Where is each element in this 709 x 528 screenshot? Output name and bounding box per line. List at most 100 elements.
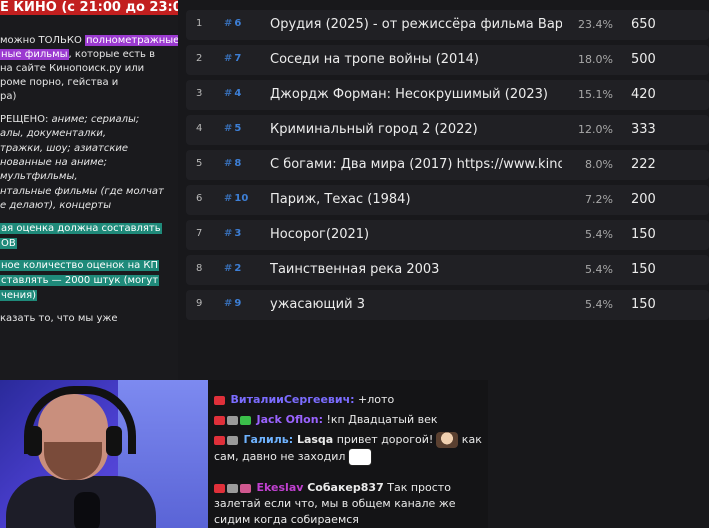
poll-option-title: С богами: Два мира (2017) https://www.ki…	[270, 157, 562, 172]
chat-message: ВиталииСергеевич: +лото	[214, 392, 486, 408]
clover-badge-icon	[240, 415, 251, 425]
rules-line: мультфильмы,	[0, 171, 78, 182]
poll-row[interactable]: 1 #6 Орудия (2025) - от режиссёра фильма…	[186, 10, 709, 40]
poll-option-percent: 15.1%	[578, 88, 613, 101]
poll-option-title: ужасающий 3	[270, 297, 365, 312]
poll-option-votes: 500	[631, 52, 656, 67]
poll-option-title: Париж, Техас (1984)	[270, 192, 411, 207]
poll-option-percent: 5.4%	[585, 263, 613, 276]
poll-option-tag: #10	[224, 193, 249, 204]
poll-row-number: 7	[196, 228, 203, 239]
poll-row[interactable]: 9 #9 ужасающий 3 5.4% 150	[186, 290, 709, 320]
rules-line: ставлять — 2000 штук (могут	[0, 275, 160, 286]
microphone-icon	[74, 492, 100, 528]
poll-option-tag: #9	[224, 298, 242, 309]
chat-panel: ВиталииСергеевич: +лото Jack Oflon: !кп …	[208, 380, 488, 528]
poll-row[interactable]: 7 #3 Носорог(2021) 5.4% 150	[186, 220, 709, 250]
hash-icon: #	[224, 158, 233, 169]
chat-text: +лото	[354, 393, 395, 406]
poll-row[interactable]: 8 #2 Таинственная река 2003 5.4% 150	[186, 255, 709, 285]
rules-line: на сайте Кинопоиск.ру или	[0, 63, 145, 74]
poll-row-number: 5	[196, 158, 203, 169]
rules-line: тражки, шоу; азиатские	[0, 143, 129, 154]
poll-option-percent: 18.0%	[578, 53, 613, 66]
rules-line: казать то, что мы уже	[0, 313, 118, 324]
poll-row[interactable]: 2 #7 Соседи на тропе войны (2014) 18.0% …	[186, 45, 709, 75]
poll-option-tag: #8	[224, 158, 242, 169]
poll-option-percent: 8.0%	[585, 158, 613, 171]
chat-username[interactable]: Jack Oflon:	[257, 413, 323, 426]
poll-option-tag: #4	[224, 88, 242, 99]
rules-line: ра)	[0, 91, 17, 102]
poll-option-votes: 333	[631, 122, 656, 137]
headset-ear-right	[106, 426, 122, 456]
rules-line: ая оценка должна составлять	[0, 223, 162, 234]
badge-icon	[214, 395, 225, 405]
poll-row-number: 8	[196, 263, 203, 274]
rules-title: Е КИНО (с 21:00 до 23:00)	[0, 0, 178, 15]
rules-line: роме порно, гейства и	[0, 77, 119, 88]
emote-cat-icon	[348, 448, 373, 466]
poll-option-title: Таинственная река 2003	[270, 262, 440, 277]
rules-line: ОВ	[0, 238, 17, 249]
poll-option-percent: 5.4%	[585, 228, 613, 241]
poll-row-number: 1	[196, 18, 203, 29]
rules-line: алы, документалки,	[0, 128, 107, 139]
poll-row[interactable]: 3 #4 Джордж Форман: Несокрушимый (2023) …	[186, 80, 709, 110]
poll-row-number: 2	[196, 53, 203, 64]
poll-option-percent: 7.2%	[585, 193, 613, 206]
poll-row[interactable]: 5 #8 С богами: Два мира (2017) https://w…	[186, 150, 709, 180]
chat-username[interactable]: Галиль:	[244, 433, 294, 446]
poll-option-percent: 12.0%	[578, 123, 613, 136]
hash-icon: #	[224, 228, 233, 239]
rules-line: РЕЩЕНО: аниме; сериалы;	[0, 114, 140, 125]
poll-row-number: 9	[196, 298, 203, 309]
hash-icon: #	[224, 18, 233, 29]
poll-option-votes: 150	[631, 262, 656, 277]
hash-icon: #	[224, 298, 233, 309]
chat-message: Галиль: Lasqa привет дорогой! как сам, д…	[214, 432, 486, 466]
chat-username[interactable]: Ekeslav	[257, 481, 304, 494]
poll-option-votes: 222	[631, 157, 656, 172]
poll-option-tag: #5	[224, 123, 242, 134]
emote-face-icon	[436, 432, 459, 448]
poll-option-tag: #6	[224, 18, 242, 29]
poll-option-tag: #7	[224, 53, 242, 64]
badge-icon	[227, 483, 238, 493]
rules-line: нованные на аниме;	[0, 157, 108, 168]
poll-option-tag: #3	[224, 228, 242, 239]
poll-row-number: 6	[196, 193, 203, 204]
badge-icon	[240, 483, 251, 493]
rules-line: можно ТОЛЬКО полнометражные	[0, 34, 178, 48]
rules-line: нтальные фильмы (где молчат	[0, 186, 164, 197]
poll-option-title: Соседи на тропе войны (2014)	[270, 52, 479, 67]
webcam-feed	[0, 380, 208, 528]
poll-option-title: Джордж Форман: Несокрушимый (2023)	[270, 87, 548, 102]
poll-row[interactable]: 6 #10 Париж, Техас (1984) 7.2% 200	[186, 185, 709, 215]
poll-option-title: Криминальный город 2 (2022)	[270, 122, 478, 137]
poll-option-votes: 200	[631, 192, 656, 207]
badge-icon	[214, 483, 225, 493]
poll-option-votes: 150	[631, 227, 656, 242]
rules-line: ное количество оценок на КП	[0, 260, 160, 271]
chat-username[interactable]: ВиталииСергеевич:	[231, 393, 355, 406]
chat-text: привет дорогой!	[333, 433, 434, 446]
headset-ear-left	[26, 426, 42, 456]
poll-option-votes: 650	[631, 17, 656, 32]
rules-line: ные фильмы, которые есть в	[0, 49, 156, 60]
chat-message: Jack Oflon: !кп Двадцатый век	[214, 412, 486, 428]
chat-mention[interactable]: Собакер837	[303, 481, 384, 494]
poll-option-votes: 420	[631, 87, 656, 102]
poll-option-percent: 23.4%	[578, 18, 613, 31]
hash-icon: #	[224, 263, 233, 274]
rules-panel: Е КИНО (с 21:00 до 23:00) можно ТОЛЬКО п…	[0, 0, 178, 380]
poll-option-title: Орудия (2025) - от режиссёра фильма Варв…	[270, 17, 562, 32]
chat-message: Ekeslav Собакер837 Так просто залетай ес…	[214, 480, 486, 528]
badge-icon	[227, 415, 238, 425]
chat-text: !кп Двадцатый век	[322, 413, 438, 426]
chat-mention[interactable]: Lasqa	[293, 433, 333, 446]
hash-icon: #	[224, 193, 233, 204]
poll-row[interactable]: 4 #5 Криминальный город 2 (2022) 12.0% 3…	[186, 115, 709, 145]
poll-option-tag: #2	[224, 263, 242, 274]
rules-line: е делают), концерты	[0, 200, 112, 211]
